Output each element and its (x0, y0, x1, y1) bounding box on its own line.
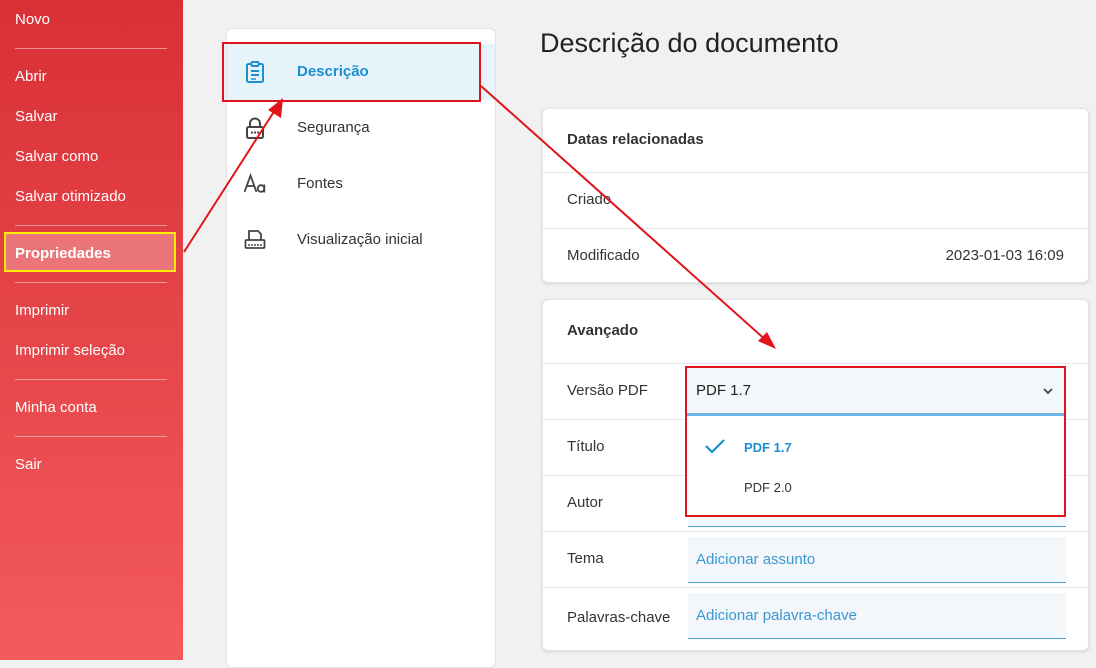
menu-item-minha-conta[interactable]: Minha conta (15, 399, 97, 416)
lock-icon (246, 117, 264, 139)
nav-item-seguranca[interactable]: Segurança (227, 100, 495, 156)
nav-item-label: Visualização inicial (297, 231, 423, 248)
advanced-card-header: Avançado (567, 322, 639, 339)
keywords-placeholder: Adicionar palavra-chave (696, 607, 857, 624)
divider (543, 228, 1088, 229)
keywords-label: Palavras-chave (567, 609, 671, 626)
menu-item-imprimir[interactable]: Imprimir (15, 302, 69, 319)
menu-item-salvar-como[interactable]: Salvar como (15, 148, 98, 165)
keywords-field[interactable]: Adicionar palavra-chave (688, 593, 1066, 639)
menu-divider (15, 379, 167, 380)
divider (543, 363, 1088, 364)
created-label: Criado (567, 191, 612, 208)
subject-label: Tema (567, 550, 604, 567)
menu-divider (15, 282, 167, 283)
pdf-version-selected: PDF 1.7 (696, 382, 752, 399)
menu-item-imprimir-selecao[interactable]: Imprimir seleção (15, 342, 125, 359)
menu-item-propriedades-label: Propriedades (15, 245, 111, 262)
nav-item-label: Segurança (297, 119, 370, 136)
menu-divider (15, 436, 167, 437)
pdf-version-option[interactable]: PDF 1.7 (744, 440, 792, 455)
pdf-version-label: Versão PDF (567, 382, 648, 399)
nav-item-fontes[interactable]: Fontes (227, 156, 495, 212)
modified-label: Modificado (567, 247, 640, 264)
menu-divider (15, 48, 167, 49)
subject-field[interactable]: Adicionar assunto (688, 537, 1066, 583)
author-label: Autor (567, 494, 603, 511)
printer-icon (244, 230, 266, 249)
menu-item-abrir[interactable]: Abrir (15, 68, 47, 85)
menu-divider (15, 225, 167, 226)
nav-item-visualizacao-inicial[interactable]: Visualização inicial (227, 212, 495, 268)
menu-item-propriedades[interactable]: Propriedades (4, 232, 176, 272)
chevron-down-icon (1043, 388, 1053, 395)
menu-item-sair[interactable]: Sair (15, 456, 42, 473)
title-label: Título (567, 438, 605, 455)
properties-nav-panel: Descrição Segurança Fontes Visualização … (226, 28, 496, 668)
pdf-version-option[interactable]: PDF 2.0 (744, 480, 792, 495)
divider (543, 172, 1088, 173)
pdf-version-dropdown: PDF 1.7 PDF 1.7 PDF 2.0 (685, 366, 1066, 517)
page-title: Descrição do documento (540, 28, 839, 58)
dates-card-header: Datas relacionadas (567, 131, 704, 148)
nav-item-label: Fontes (297, 175, 343, 192)
subject-placeholder: Adicionar assunto (696, 551, 816, 568)
modified-value: 2023-01-03 16:09 (945, 247, 1064, 264)
font-icon (243, 172, 266, 193)
divider (543, 531, 1088, 532)
menu-item-salvar-otimizado[interactable]: Salvar otimizado (15, 188, 126, 205)
menu-item-salvar[interactable]: Salvar (15, 108, 58, 125)
divider (543, 587, 1088, 588)
annotation-highlight-box (222, 42, 481, 102)
pdf-version-select[interactable]: PDF 1.7 (687, 368, 1064, 416)
check-icon (705, 439, 725, 454)
menu-item-novo[interactable]: Novo (15, 11, 50, 28)
dates-card: Datas relacionadas Criado Modificado 202… (542, 108, 1089, 283)
file-menu: Novo Abrir Salvar Salvar como Salvar oti… (0, 0, 183, 660)
